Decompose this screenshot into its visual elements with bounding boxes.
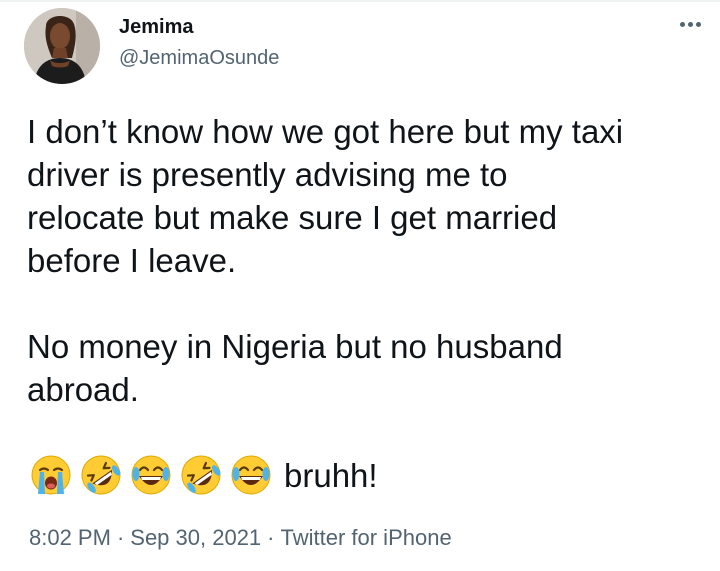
- emoji-row: bruhh!: [30, 452, 378, 498]
- more-dot: [679, 21, 685, 27]
- avatar[interactable]: [24, 8, 100, 84]
- tweet-time[interactable]: 8:02 PM: [29, 525, 111, 550]
- user-handle[interactable]: @JemimaOsunde: [119, 45, 279, 71]
- tweet-source[interactable]: Twitter for iPhone: [281, 525, 452, 550]
- author-names: Jemima @JemimaOsunde: [119, 14, 279, 71]
- meta-separator: ·: [116, 525, 125, 550]
- tweet-date[interactable]: Sep 30, 2021: [130, 525, 261, 550]
- rolling-laughing-icon: [181, 455, 221, 495]
- tweet-text: I don’t know how we got here but my taxi…: [27, 113, 624, 408]
- more-horizontal-icon[interactable]: [672, 12, 708, 36]
- more-dot: [695, 21, 701, 27]
- loudly-crying-face-icon: [31, 455, 71, 495]
- tweet-meta: 8:02 PM · Sep 30, 2021 · Twitter for iPhone: [29, 524, 452, 552]
- rolling-laughing-icon: [81, 455, 121, 495]
- tweet-text-suffix: bruhh!: [284, 456, 378, 494]
- top-divider: [0, 0, 720, 2]
- tears-of-joy-icon: [131, 455, 171, 495]
- tweet-header: Jemima @JemimaOsunde: [24, 8, 701, 84]
- tears-of-joy-icon: [231, 455, 271, 495]
- display-name[interactable]: Jemima: [119, 14, 279, 40]
- avatar-image: [24, 8, 100, 84]
- meta-separator: ·: [267, 525, 275, 550]
- more-dot: [687, 21, 693, 27]
